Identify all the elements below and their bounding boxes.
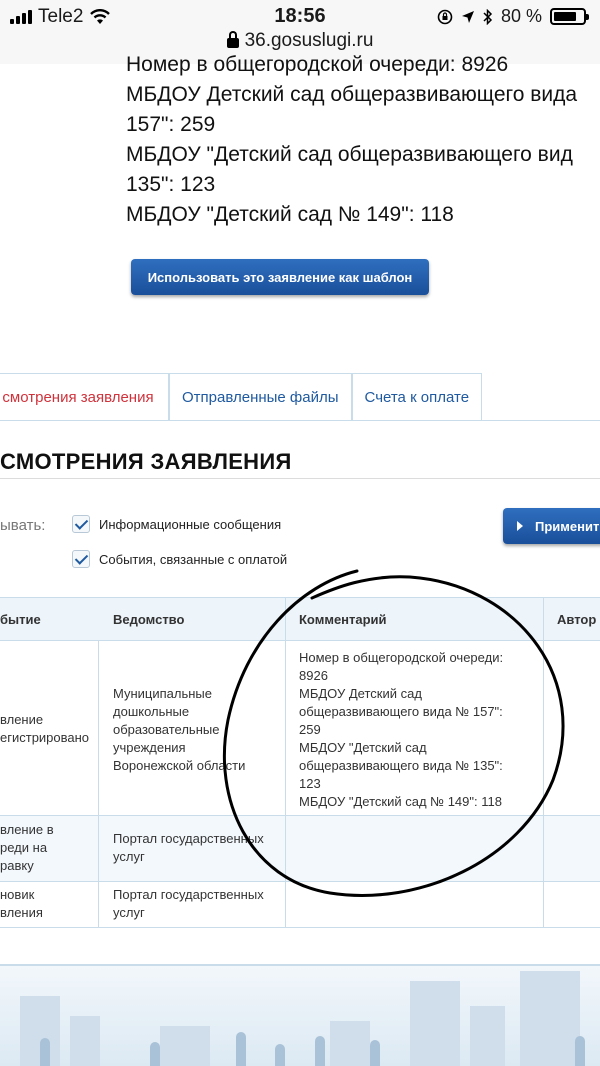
event-cell: новик вления [0, 887, 43, 920]
event-cell: вление егистрировано [0, 712, 90, 745]
checkbox-label: События, связанные с оплатой [99, 551, 288, 567]
tab-bar: смотрения заявления Отправленные файлы С… [0, 373, 483, 421]
application-comment: Номер в общегородской очереди: 8926 МБДО… [126, 50, 600, 230]
checkbox-label: Информационные сообщения [99, 516, 282, 532]
apply-filter-button[interactable]: Применит [503, 508, 600, 544]
filter-label: ывать: [0, 517, 46, 534]
footer-city-illustration [0, 966, 600, 1066]
lock-icon [226, 31, 239, 48]
status-icons: 80 % [437, 6, 589, 27]
tab-review-history[interactable]: смотрения заявления [0, 373, 169, 421]
apply-button-label: Применит [535, 518, 600, 534]
event-cell: вление в реди на равку [0, 822, 54, 873]
checkbox-checked-icon[interactable] [72, 515, 90, 533]
battery-percent: 80 % [500, 6, 542, 26]
play-arrow-icon [517, 521, 523, 531]
tab-invoices[interactable]: Счета к оплате [351, 373, 483, 421]
section-title: СМОТРЕНИЯ ЗАЯВЛЕНИЯ [0, 449, 292, 474]
history-table: бытие Ведомство Комментарий Автор вление… [0, 597, 600, 967]
comment-line: 135": 123 [126, 173, 216, 196]
table-row: вление в реди на равку Портал государств… [0, 816, 600, 882]
filter-info-messages[interactable]: Информационные сообщения [72, 515, 281, 533]
agency-cell: Портал государственных услуг [113, 831, 264, 864]
table-row: вление егистрировано Муниципальные дошко… [0, 641, 600, 816]
url-text[interactable]: 36.gosuslugi.ru [245, 30, 374, 52]
column-divider [98, 641, 99, 928]
tab-sent-files[interactable]: Отправленные файлы [169, 373, 352, 421]
orientation-lock-icon [437, 9, 453, 24]
bluetooth-icon [483, 8, 493, 25]
section-divider [0, 478, 600, 479]
comment-line: МБДОУ "Детский сад общеразвивающего вид [126, 143, 573, 166]
filter-payment-events[interactable]: События, связанные с оплатой [72, 550, 287, 568]
column-divider [543, 597, 544, 928]
battery-icon [550, 8, 589, 25]
comment-line: 157": 259 [126, 113, 216, 136]
tab-divider [0, 420, 600, 421]
column-divider [285, 597, 286, 928]
address-bar[interactable]: 36.gosuslugi.ru [0, 30, 600, 52]
checkbox-checked-icon[interactable] [72, 550, 90, 568]
header-comment: Комментарий [299, 612, 387, 627]
agency-cell: Муниципальные дошкольные образовательные… [113, 686, 246, 773]
header-agency: Ведомство [113, 612, 185, 627]
comment-line: МБДОУ Детский сад общеразвивающего вида [126, 83, 578, 106]
table-row: новик вления Портал государственных услу… [0, 882, 600, 928]
location-icon [461, 10, 474, 23]
comment-line: Номер в общегородской очереди: 8926 [126, 53, 509, 76]
comment-cell: Номер в общегородской очереди: 8926 МБДО… [299, 650, 504, 809]
agency-cell: Портал государственных услуг [113, 887, 264, 920]
table-header: бытие Ведомство Комментарий Автор [0, 597, 600, 641]
use-as-template-button[interactable]: Использовать это заявление как шаблон [131, 259, 429, 295]
comment-line: МБДОУ "Детский сад № 149": 118 [126, 203, 454, 226]
header-event: бытие [0, 612, 41, 627]
header-author: Автор [557, 612, 597, 627]
